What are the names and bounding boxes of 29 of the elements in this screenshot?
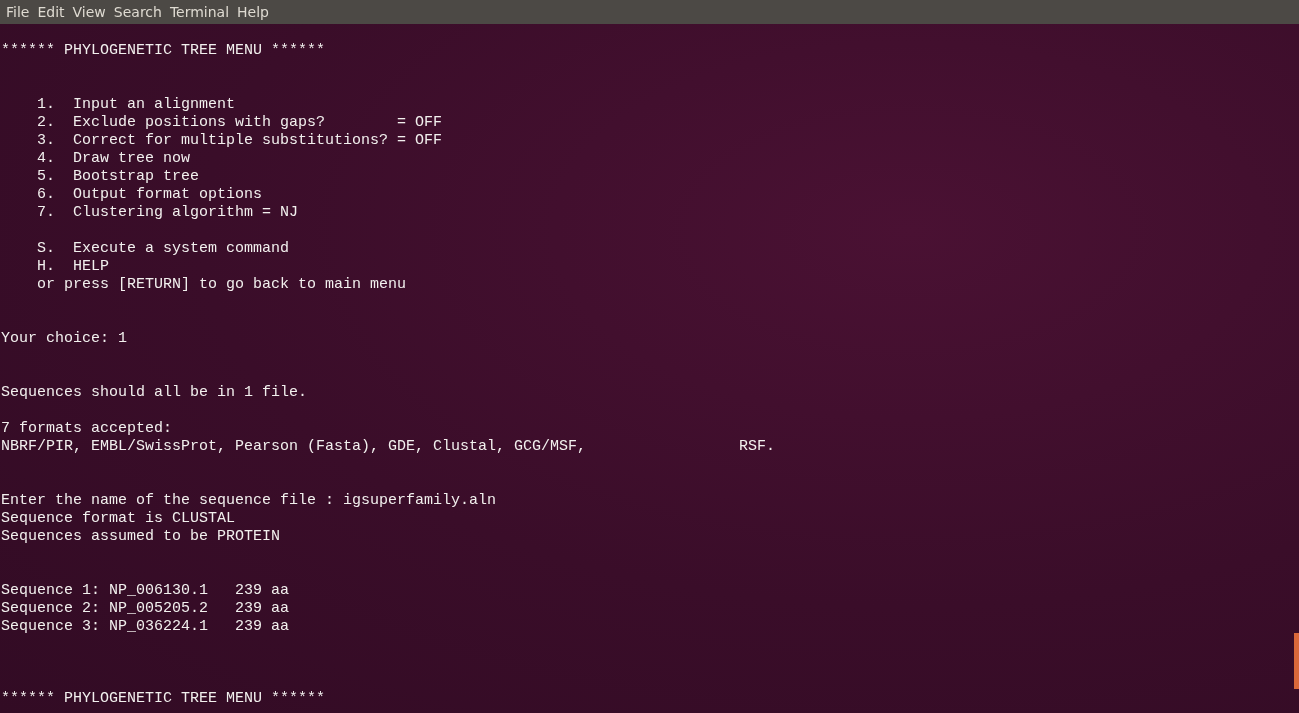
menu-item[interactable]: View — [72, 4, 112, 20]
output-line: Sequence 3: NP_036224.1 239 aa — [1, 618, 290, 636]
scrollbar-thumb[interactable] — [1294, 633, 1299, 689]
menu-item[interactable]: Terminal — [169, 4, 236, 20]
menu-option: or press [RETURN] to go back to main menu — [37, 276, 407, 294]
menu-option: 6. Output format options — [37, 186, 263, 204]
output-line: Sequence format is CLUSTAL — [1, 510, 236, 528]
menu-option: S. Execute a system command — [37, 240, 290, 258]
menu-item[interactable]: Help — [237, 4, 275, 20]
menu-option: H. HELP — [37, 258, 109, 276]
output-line: Enter the name of the sequence file : igsuperfamily.aln — [1, 492, 497, 510]
output-line: Sequence 2: NP_005205.2 239 aa — [1, 600, 290, 618]
output-line: ****** PHYLOGENETIC TREE MENU ****** — [1, 42, 326, 60]
menu-option: 7. Clustering algorithm = NJ — [37, 204, 299, 222]
menu-item[interactable]: Search — [113, 4, 168, 20]
output-line: Sequence 1: NP_006130.1 239 aa — [1, 582, 290, 600]
menu-option: 3. Correct for multiple substitutions? = OFF — [37, 132, 443, 150]
output-line: Sequences assumed to be PROTEIN — [1, 528, 281, 546]
menu-option: 2. Exclude positions with gaps? = OFF — [37, 114, 443, 132]
output-line: Sequences should all be in 1 file. — [1, 384, 308, 402]
menu-option: 1. Input an alignment — [37, 96, 236, 114]
output-line: 7 formats accepted: — [1, 420, 173, 438]
menu-option: 5. Bootstrap tree — [37, 168, 200, 186]
output-line: NBRF/PIR, EMBL/SwissProt, Pearson (Fasta), GDE, Clustal, GCG/MSF, RSF. — [1, 438, 776, 456]
output-line: Your choice: 1 — [1, 330, 128, 348]
menu-item[interactable]: Edit — [37, 4, 71, 20]
menu-option: 4. Draw tree now — [37, 150, 191, 168]
output-line: ****** PHYLOGENETIC TREE MENU ****** — [1, 690, 326, 708]
menu-item[interactable]: File — [6, 4, 36, 20]
